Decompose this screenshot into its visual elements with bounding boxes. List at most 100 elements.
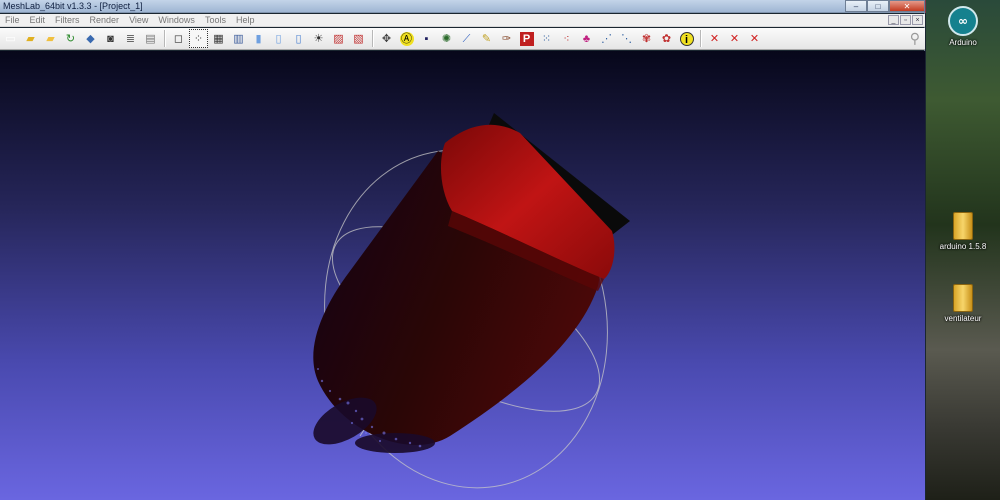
delete-faces-icon: ✕ bbox=[729, 32, 740, 45]
menu-bar: File Edit Filters Render View Windows To… bbox=[0, 14, 925, 27]
arduino-logo-icon: ∞ bbox=[948, 6, 978, 36]
wireframe-icon: ▦ bbox=[213, 32, 224, 45]
select-faces-button[interactable]: ⁖ bbox=[557, 29, 576, 48]
open-project-button[interactable]: ▰ bbox=[21, 29, 40, 48]
menu-windows[interactable]: Windows bbox=[153, 15, 200, 25]
annotation-button[interactable]: Ⓐ bbox=[397, 29, 416, 48]
desktop-icon-label: Arduino bbox=[949, 38, 977, 47]
points-button[interactable]: ⁘ bbox=[189, 29, 208, 48]
open-project-icon: ▰ bbox=[26, 32, 35, 45]
annotation-icon: Ⓐ bbox=[399, 31, 414, 46]
layers-button[interactable]: ≣ bbox=[121, 29, 140, 48]
arduino-folder-icon[interactable]: arduino 1.5.8 bbox=[926, 212, 1000, 251]
title-bar[interactable]: MeshLab_64bit v1.3.3 - [Project_1] – □ ✕ bbox=[0, 0, 925, 13]
open-mesh-button[interactable]: ▰ bbox=[41, 29, 60, 48]
window-controls: – □ ✕ bbox=[845, 0, 925, 12]
info-button[interactable]: i bbox=[677, 29, 696, 48]
minimize-button[interactable]: – bbox=[845, 0, 867, 12]
flat-lines-icon: ▮ bbox=[255, 32, 262, 45]
reload-icon: ↻ bbox=[65, 32, 76, 45]
windows-desktop: ∞ Arduino arduino 1.5.8 ventilateur bbox=[926, 0, 1000, 500]
texture-button[interactable]: ✺ bbox=[437, 29, 456, 48]
raster-icon: ▪ bbox=[424, 32, 429, 45]
viewport-canvas[interactable] bbox=[0, 51, 925, 500]
flat-lines-button[interactable]: ▮ bbox=[249, 29, 268, 48]
open-mesh-icon: ▰ bbox=[46, 32, 55, 45]
toolbar-separator bbox=[164, 30, 166, 47]
manipulator-button[interactable]: ✥ bbox=[377, 29, 396, 48]
wireframe-button[interactable]: ▦ bbox=[209, 29, 228, 48]
color-button[interactable]: ♣ bbox=[577, 29, 596, 48]
raster-button[interactable]: ▪ bbox=[417, 29, 436, 48]
brush-button[interactable]: ✑ bbox=[497, 29, 516, 48]
main-toolbar: ▭ ▰ ▰ ↻ ◆ ◙ ≣ ▤ ◻ ⁘ ▦ ▥ ▮ ▯ ▯ ☀ ▨ ▧ ✥ Ⓐ ▪ ✺ ⟋ ✎ ✑ P ⁙ ⁖ ♣ ⋰ ⋱ ✾ ✿ i ✕ ✕ ✕ bbox=[0, 28, 925, 50]
points-icon: ⁘ bbox=[193, 32, 204, 45]
smooth-icon: ▯ bbox=[295, 32, 302, 45]
fit-icon: ⋱ bbox=[621, 32, 632, 45]
light-button[interactable]: ☀ bbox=[309, 29, 328, 48]
3d-viewport[interactable] bbox=[0, 51, 925, 500]
point-select-button[interactable]: ⋰ bbox=[597, 29, 616, 48]
manipulator-icon: ✥ bbox=[381, 32, 392, 45]
delete-faces-vertices-button[interactable]: ✕ bbox=[745, 29, 764, 48]
double-side-icon: ▨ bbox=[333, 32, 344, 45]
double-side-button[interactable]: ▨ bbox=[329, 29, 348, 48]
select-vertices-icon: ⁙ bbox=[541, 32, 552, 45]
menu-edit[interactable]: Edit bbox=[25, 15, 51, 25]
select-connected-icon: ✿ bbox=[661, 32, 672, 45]
reload-button[interactable]: ↻ bbox=[61, 29, 80, 48]
color-icon: ♣ bbox=[582, 32, 591, 45]
pickpoints-button[interactable]: P bbox=[517, 29, 536, 48]
mdi-restore-button[interactable]: ▫ bbox=[900, 15, 911, 25]
measure-button[interactable]: ⟋ bbox=[457, 29, 476, 48]
folder-icon bbox=[953, 212, 973, 240]
show-layer-dialog-button[interactable]: ▤ bbox=[141, 29, 160, 48]
search-icon[interactable]: ⚲ bbox=[910, 30, 920, 47]
smooth-button[interactable]: ▯ bbox=[289, 29, 308, 48]
align-button[interactable]: ✾ bbox=[637, 29, 656, 48]
hidden-lines-button[interactable]: ▥ bbox=[229, 29, 248, 48]
close-button[interactable]: ✕ bbox=[889, 0, 925, 12]
arduino-desktop-icon[interactable]: ∞ Arduino bbox=[926, 6, 1000, 47]
bounding-box-icon: ◻ bbox=[173, 32, 184, 45]
point-select-icon: ⋰ bbox=[601, 32, 612, 45]
new-project-button[interactable]: ▭ bbox=[1, 29, 20, 48]
hidden-lines-icon: ▥ bbox=[233, 32, 244, 45]
mdi-controls: _ ▫ × bbox=[888, 15, 925, 25]
menu-tools[interactable]: Tools bbox=[200, 15, 231, 25]
select-vertices-button[interactable]: ⁙ bbox=[537, 29, 556, 48]
toolbar-separator bbox=[372, 30, 374, 47]
menu-view[interactable]: View bbox=[124, 15, 153, 25]
bounding-box-button[interactable]: ◻ bbox=[169, 29, 188, 48]
layers-icon: ≣ bbox=[125, 32, 136, 45]
delete-vertices-button[interactable]: ✕ bbox=[705, 29, 724, 48]
export-icon: ◆ bbox=[86, 32, 95, 45]
delete-vertices-icon: ✕ bbox=[709, 32, 720, 45]
texture-icon: ✺ bbox=[441, 32, 452, 45]
paint-button[interactable]: ✎ bbox=[477, 29, 496, 48]
export-button[interactable]: ◆ bbox=[81, 29, 100, 48]
show-layer-dialog-icon: ▤ bbox=[145, 32, 156, 45]
back-face-icon: ▧ bbox=[353, 32, 364, 45]
fit-button[interactable]: ⋱ bbox=[617, 29, 636, 48]
new-project-icon: ▭ bbox=[5, 32, 16, 45]
mdi-minimize-button[interactable]: _ bbox=[888, 15, 899, 25]
toolbar-separator bbox=[700, 30, 702, 47]
folder-icon bbox=[953, 284, 973, 312]
select-connected-button[interactable]: ✿ bbox=[657, 29, 676, 48]
mdi-close-button[interactable]: × bbox=[912, 15, 923, 25]
desktop-icon-label: arduino 1.5.8 bbox=[939, 242, 987, 251]
snapshot-button[interactable]: ◙ bbox=[101, 29, 120, 48]
maximize-button[interactable]: □ bbox=[867, 0, 889, 12]
menu-render[interactable]: Render bbox=[85, 15, 125, 25]
delete-faces-button[interactable]: ✕ bbox=[725, 29, 744, 48]
snapshot-icon: ◙ bbox=[107, 32, 114, 45]
flat-button[interactable]: ▯ bbox=[269, 29, 288, 48]
menu-filters[interactable]: Filters bbox=[50, 15, 85, 25]
back-face-button[interactable]: ▧ bbox=[349, 29, 368, 48]
window-title: MeshLab_64bit v1.3.3 - [Project_1] bbox=[3, 1, 143, 11]
point-cloud-mesh bbox=[313, 113, 630, 453]
menu-file[interactable]: File bbox=[0, 15, 25, 25]
menu-help[interactable]: Help bbox=[231, 15, 260, 25]
ventilateur-folder-icon[interactable]: ventilateur bbox=[926, 284, 1000, 323]
